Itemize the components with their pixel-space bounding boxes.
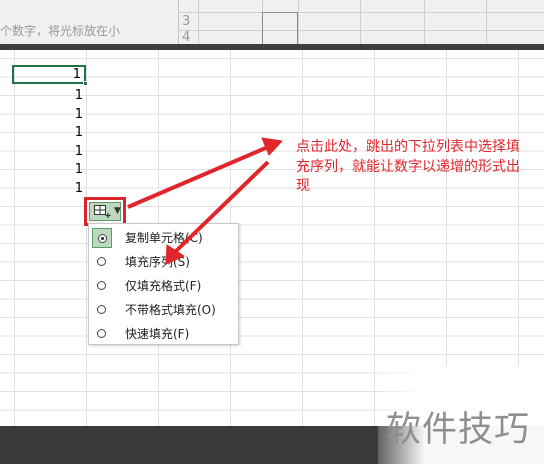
arrow-to-fill-series	[172, 160, 270, 255]
watermark-text: 软件技巧	[386, 410, 531, 450]
annotation-text: 点击此处，跳出的下拉列表中选择填充序列，就能让数字以递增的形式出现	[296, 139, 520, 194]
arrow-to-button	[127, 145, 269, 209]
arrowhead	[261, 137, 283, 156]
